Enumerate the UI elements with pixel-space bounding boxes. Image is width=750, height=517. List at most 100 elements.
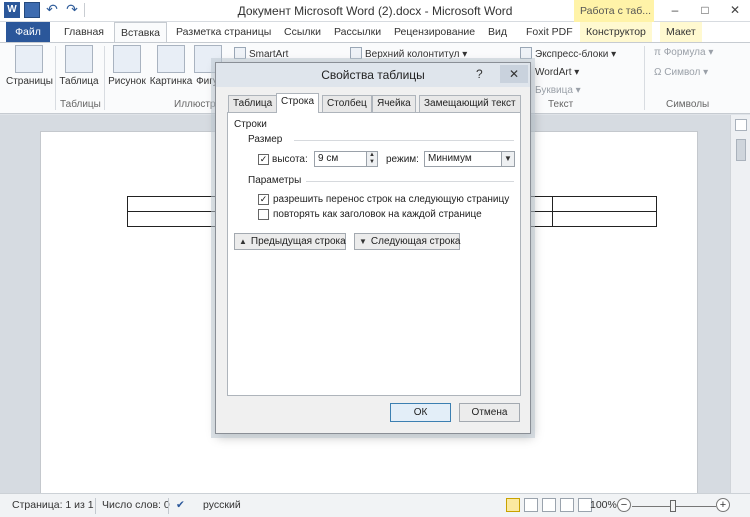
- table-button[interactable]: Таблица: [58, 45, 100, 87]
- picture-button[interactable]: Рисунок: [107, 45, 147, 87]
- picture-icon: [113, 45, 141, 73]
- maximize-button[interactable]: □: [690, 0, 720, 20]
- vertical-scrollbar[interactable]: [730, 115, 750, 493]
- tab-references[interactable]: Ссылки: [278, 22, 327, 42]
- section-params-label: Параметры: [248, 175, 302, 186]
- tab-home[interactable]: Главная: [58, 22, 110, 42]
- ribbon-tabs: Файл Главная Вставка Разметка страницы С…: [0, 22, 750, 43]
- close-window-button[interactable]: ✕: [720, 0, 750, 20]
- height-label: высота:: [272, 154, 308, 165]
- quick-parts-button[interactable]: Экспресс-блоки ▾: [520, 47, 616, 60]
- tab-insert[interactable]: Вставка: [114, 22, 168, 43]
- tab-column[interactable]: Столбец: [322, 95, 372, 112]
- next-row-button[interactable]: ▼ Следующая строка: [354, 233, 461, 250]
- spin-down-icon[interactable]: ▼: [367, 159, 377, 166]
- table-properties-dialog: Свойства таблицы ? ✕ Таблица Строка Стол…: [215, 62, 531, 434]
- repeat-header-label[interactable]: повторять как заголовок на каждой страни…: [273, 209, 482, 220]
- smartart-button[interactable]: SmartArt: [234, 47, 288, 60]
- scrollbar-thumb[interactable]: [736, 139, 746, 161]
- allow-break-label[interactable]: разрешить перенос строк на следующую стр…: [273, 194, 509, 205]
- group-divider: [55, 46, 56, 110]
- pages-icon: [15, 45, 43, 73]
- status-divider: [168, 498, 169, 514]
- allow-break-checkbox[interactable]: ✓: [258, 194, 269, 205]
- cancel-button[interactable]: Отмена: [459, 403, 520, 422]
- quick-parts-icon: [520, 47, 532, 59]
- group-symbols-label: Символы: [666, 99, 710, 110]
- table-icon: [65, 45, 93, 73]
- help-button[interactable]: ?: [476, 67, 483, 81]
- chevron-down-icon[interactable]: ▼: [501, 152, 514, 166]
- dialog-close-button[interactable]: ✕: [500, 65, 528, 83]
- outline-icon[interactable]: [560, 498, 574, 512]
- height-spinner[interactable]: 9 см ▲ ▼: [314, 151, 378, 167]
- tab-table[interactable]: Таблица: [228, 95, 278, 112]
- context-tab-group-label: Работа с таб...: [574, 0, 654, 22]
- clipart-label: Картинка: [149, 76, 193, 87]
- section-divider: [306, 181, 514, 182]
- dropcap-button[interactable]: Буквица ▾: [535, 85, 581, 96]
- mode-label: режим:: [386, 154, 419, 165]
- spin-up-icon[interactable]: ▲: [367, 152, 377, 159]
- group-illustrations-label: Иллюстр: [174, 99, 216, 110]
- previous-row-button[interactable]: ▲ Предыдущая строка: [234, 233, 346, 250]
- table-cell[interactable]: [552, 196, 657, 212]
- tab-alt-text[interactable]: Замещающий текст: [419, 95, 521, 112]
- print-layout-icon[interactable]: [506, 498, 520, 512]
- mode-select[interactable]: Минимум ▼: [424, 151, 515, 167]
- group-divider: [644, 46, 645, 110]
- tab-review[interactable]: Рецензирование: [388, 22, 481, 42]
- height-value: 9 см: [318, 153, 339, 164]
- zoom-out-button[interactable]: −: [617, 498, 631, 512]
- clipart-button[interactable]: Картинка: [149, 45, 193, 87]
- height-checkbox[interactable]: ✓: [258, 154, 269, 165]
- row-tab-panel: Строки Размер ✓ высота: 9 см ▲ ▼ режим: …: [227, 112, 521, 396]
- repeat-header-checkbox[interactable]: [258, 209, 269, 220]
- spinner-arrows[interactable]: ▲ ▼: [366, 152, 377, 166]
- zoom-level[interactable]: 100%: [590, 499, 617, 511]
- group-tables-label: Таблицы: [60, 99, 101, 110]
- table-cell[interactable]: [552, 211, 657, 227]
- tab-cell[interactable]: Ячейка: [372, 95, 416, 112]
- triangle-down-icon: ▼: [359, 237, 367, 246]
- group-divider: [104, 46, 105, 110]
- tab-mailings[interactable]: Рассылки: [328, 22, 387, 42]
- tab-layout[interactable]: Макет: [660, 22, 702, 42]
- minimize-button[interactable]: –: [660, 0, 690, 20]
- full-screen-reading-icon[interactable]: [524, 498, 538, 512]
- smartart-icon: [234, 47, 246, 59]
- tab-design[interactable]: Конструктор: [580, 22, 652, 42]
- formula-button[interactable]: π Формула ▾: [654, 47, 713, 58]
- tab-page-layout[interactable]: Разметка страницы: [170, 22, 277, 42]
- clipart-icon: [157, 45, 185, 73]
- tab-foxit-pdf[interactable]: Foxit PDF: [520, 22, 579, 42]
- pages-button[interactable]: Страницы: [6, 45, 53, 87]
- language-indicator[interactable]: русский: [203, 499, 241, 511]
- section-size-label: Размер: [248, 134, 283, 145]
- zoom-in-button[interactable]: +: [716, 498, 730, 512]
- tab-view[interactable]: Вид: [482, 22, 513, 42]
- title-bar: W ↶ ↷ Документ Microsoft Word (2).docx -…: [0, 0, 750, 22]
- symbol-button[interactable]: Ω Символ ▾: [654, 67, 708, 78]
- ruler-toggle-button[interactable]: [735, 119, 747, 131]
- pages-label: Страницы: [6, 76, 53, 87]
- wordart-button[interactable]: WordArt ▾: [535, 67, 579, 78]
- triangle-up-icon: ▲: [239, 237, 247, 246]
- dialog-title-bar[interactable]: Свойства таблицы ? ✕: [216, 63, 530, 87]
- mode-value: Минимум: [428, 153, 472, 164]
- picture-label: Рисунок: [108, 76, 146, 87]
- omega-icon: Ω: [654, 67, 662, 78]
- proofing-icon[interactable]: ✔: [176, 499, 185, 511]
- web-layout-icon[interactable]: [542, 498, 556, 512]
- zoom-slider-thumb[interactable]: [670, 500, 676, 512]
- header-button[interactable]: Верхний колонтитул ▾: [350, 47, 467, 60]
- page-count[interactable]: Страница: 1 из 1: [12, 499, 94, 511]
- word-count[interactable]: Число слов: 0: [102, 499, 170, 511]
- window-controls: – □ ✕: [660, 0, 750, 20]
- section-rows-label: Строки: [234, 119, 267, 130]
- group-text-label: Текст: [548, 99, 574, 110]
- tab-row[interactable]: Строка: [276, 93, 320, 113]
- tab-file[interactable]: Файл: [6, 22, 50, 42]
- ok-button[interactable]: ОК: [390, 403, 451, 422]
- status-bar: Страница: 1 из 1 Число слов: 0 ✔ русский…: [0, 493, 750, 517]
